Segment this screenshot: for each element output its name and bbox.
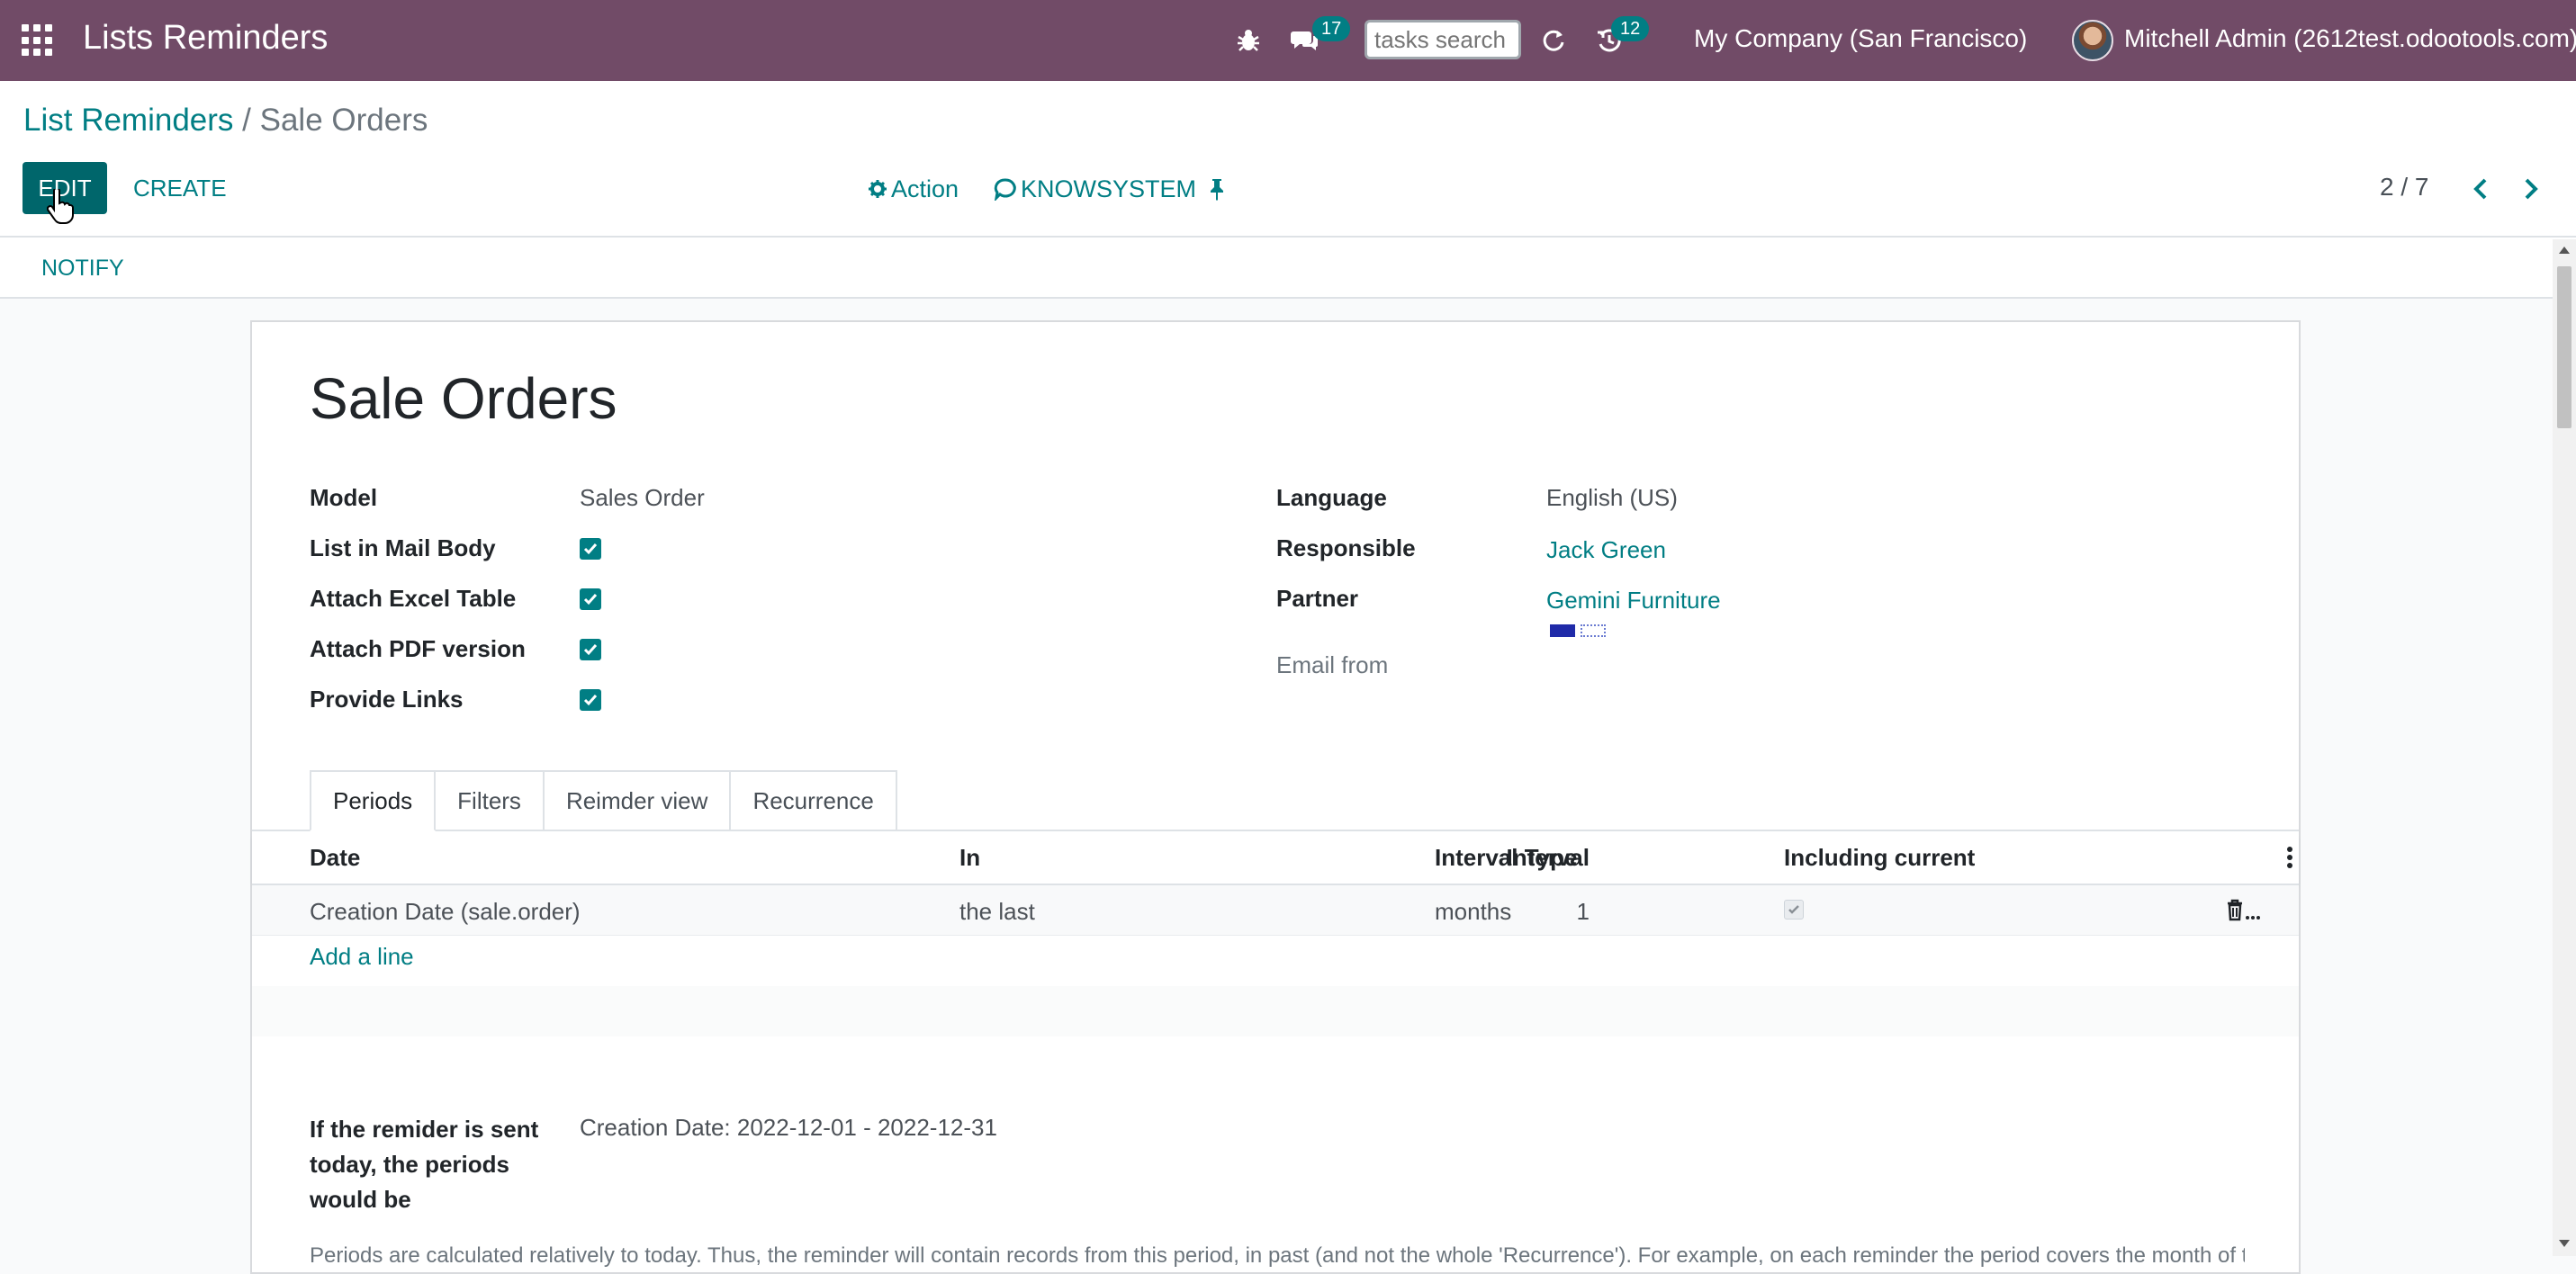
action-menu[interactable]: Action — [868, 171, 959, 207]
add-a-line-link[interactable]: Add a line — [310, 943, 414, 971]
pin-icon[interactable] — [1208, 171, 1229, 207]
tab-filters[interactable]: Filters — [434, 770, 545, 831]
breadcrumb: List Reminders / Sale Orders — [23, 103, 428, 139]
activities-count-badge: 12 — [1611, 16, 1650, 41]
row-date: Creation Date (sale.order) — [310, 898, 581, 925]
column-including-current[interactable]: Including current — [1784, 844, 1975, 872]
column-in[interactable]: In — [959, 844, 980, 872]
attach-pdf-version-checkbox[interactable] — [580, 639, 601, 660]
tab-recurrence[interactable]: Recurrence — [729, 770, 897, 831]
periods-help-text: Periods are calculated relatively to tod… — [310, 1243, 2245, 1268]
partner-link[interactable]: Gemini Furniture — [1546, 587, 1721, 615]
row-interval-type: months — [1435, 898, 1512, 925]
trash-icon[interactable] — [2225, 898, 2265, 923]
model-label: Model — [310, 484, 378, 511]
knowsystem-label: KNOWSYSTEM — [1021, 175, 1197, 202]
pager-previous-icon[interactable] — [2464, 171, 2497, 207]
pager-value[interactable]: 2 / 7 — [2380, 173, 2428, 202]
tasks-search-input[interactable] — [1365, 20, 1521, 59]
action-menu-label: Action — [891, 175, 959, 202]
periods-summary-value: Creation Date: 2022-12-01 - 2022-12-31 — [580, 1114, 997, 1141]
record-title: Sale Orders — [310, 366, 617, 431]
optional-columns-icon[interactable] — [2286, 846, 2293, 869]
top-navbar: Lists Reminders 17 12 My Company (San Fr… — [0, 0, 2576, 81]
notify-button[interactable]: NOTIFY — [27, 248, 139, 288]
partner-label: Partner — [1276, 585, 1359, 612]
table-row[interactable]: Creation Date (sale.order) the last 1 mo… — [252, 885, 2299, 936]
email-from-label: Email from — [1276, 651, 1389, 678]
control-panel: List Reminders / Sale Orders EDIT CREATE… — [0, 81, 2576, 236]
knowsystem-button[interactable]: KNOWSYSTEM — [994, 171, 1196, 207]
responsible-link[interactable]: Jack Green — [1546, 536, 1666, 564]
page-scrollbar[interactable] — [2553, 239, 2576, 1256]
row-in: the last — [959, 898, 1035, 925]
notebook-tabs: Periods Filters Reimder view Recurrence — [310, 770, 897, 831]
responsible-label: Responsible — [1276, 534, 1416, 561]
scroll-down-icon[interactable] — [2559, 1240, 2570, 1247]
knowsystem-comment-icon — [994, 178, 1016, 201]
scrollbar-thumb[interactable] — [2557, 266, 2571, 428]
periods-table-header: Date In Interval Interval Type Including… — [252, 831, 2299, 885]
form-statusbar: NOTIFY — [0, 236, 2576, 299]
model-value: Sales Order — [580, 484, 705, 511]
list-in-mail-body-label: List in Mail Body — [310, 534, 496, 561]
user-menu[interactable]: Mitchell Admin (2612test.odootools.com) — [2124, 24, 2576, 53]
app-title[interactable]: Lists Reminders — [83, 19, 328, 58]
breadcrumb-current: Sale Orders — [259, 103, 428, 138]
language-value: English (US) — [1546, 484, 1678, 511]
tab-periods[interactable]: Periods — [310, 770, 437, 831]
empty-table-row — [252, 986, 2299, 1036]
breadcrumb-parent[interactable]: List Reminders — [23, 103, 233, 138]
scroll-up-icon[interactable] — [2559, 247, 2570, 254]
create-button[interactable]: CREATE — [122, 162, 238, 214]
provide-links-checkbox[interactable] — [580, 689, 601, 711]
form-sheet: Sale Orders Model Sales Order List in Ma… — [250, 320, 2301, 1274]
column-date[interactable]: Date — [310, 844, 360, 872]
company-switcher[interactable]: My Company (San Francisco) — [1694, 24, 2027, 53]
list-in-mail-body-checkbox[interactable] — [580, 538, 601, 560]
mouse-cursor-hand-icon — [47, 189, 74, 224]
tab-reminder-view[interactable]: Reimder view — [542, 770, 732, 831]
gear-icon — [869, 180, 887, 198]
attach-pdf-version-label: Attach PDF version — [310, 635, 526, 662]
messages-count-badge: 17 — [1312, 16, 1351, 41]
partner-flag-icon — [1550, 624, 1575, 637]
attach-excel-table-checkbox[interactable] — [580, 588, 601, 610]
bug-icon[interactable] — [1235, 23, 1262, 58]
apps-menu-icon[interactable] — [22, 24, 54, 57]
refresh-icon[interactable] — [1539, 23, 1568, 58]
periods-summary-label: If the remider is sent today, the period… — [310, 1116, 539, 1213]
attach-excel-table-label: Attach Excel Table — [310, 585, 517, 612]
row-including-current-checkbox — [1784, 900, 1804, 920]
pager-next-icon[interactable] — [2515, 171, 2547, 207]
breadcrumb-separator: / — [242, 103, 251, 138]
partner-badge-icon — [1581, 624, 1606, 637]
language-label: Language — [1276, 484, 1387, 511]
provide-links-label: Provide Links — [310, 686, 464, 713]
user-avatar[interactable] — [2072, 20, 2113, 61]
column-interval-type[interactable]: Interval Type — [1435, 844, 1577, 872]
